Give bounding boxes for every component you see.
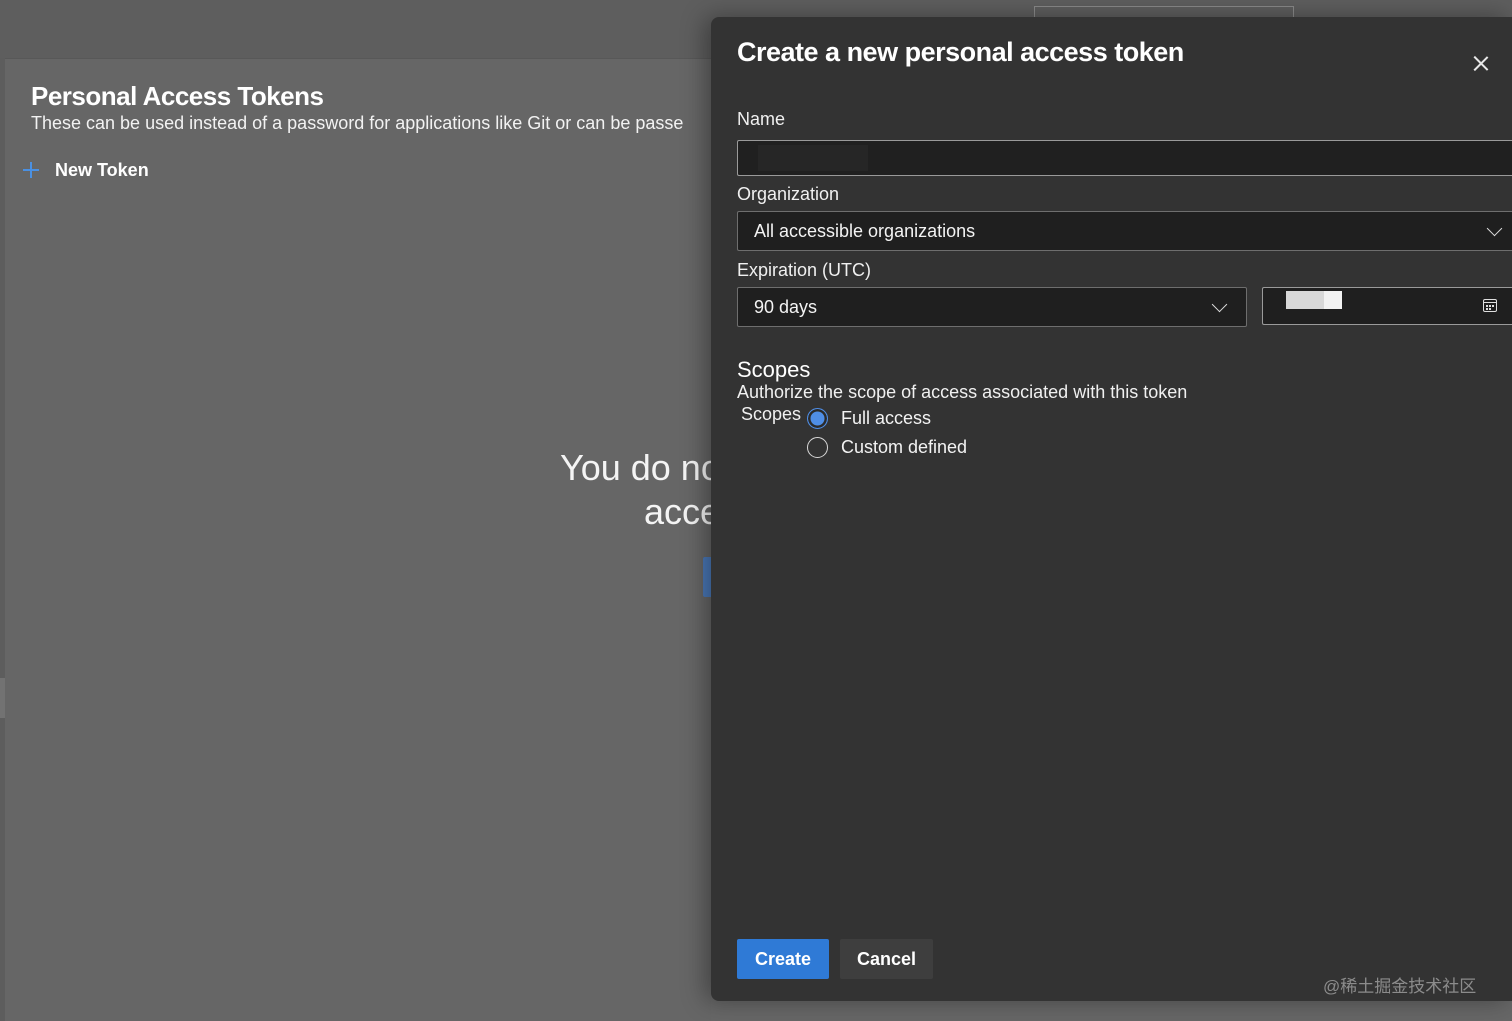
name-label: Name [737, 109, 786, 129]
expiration-date-input[interactable] [1262, 287, 1512, 325]
expiration-label: Expiration (UTC) [737, 260, 872, 280]
create-token-panel: Create a new personal access token Name … [711, 17, 1512, 1001]
scopes-heading: Scopes [737, 357, 811, 382]
expiration-selected-value: 90 days [754, 296, 818, 317]
scopes-description: Authorize the scope of access associated… [737, 382, 1188, 402]
new-token-button[interactable]: New Token [21, 157, 149, 183]
chevron-down-icon [1211, 296, 1228, 313]
name-input[interactable] [737, 140, 1512, 176]
empty-state-button[interactable] [703, 557, 711, 597]
radio-unchecked-icon[interactable] [807, 436, 828, 458]
calendar-icon[interactable] [1483, 299, 1497, 312]
plus-icon [21, 160, 41, 180]
scope-option-full-access[interactable]: Full access [807, 406, 931, 430]
date-value-redacted [1286, 291, 1342, 309]
name-input-value-redacted [758, 145, 868, 171]
page-subtitle: These can be used instead of a password … [31, 113, 684, 133]
organization-dropdown[interactable]: All accessible organizations [737, 211, 1512, 251]
radio-checked-icon[interactable] [807, 407, 828, 429]
background-page: Personal Access Tokens These can be used… [5, 59, 711, 1021]
create-button[interactable]: Create [737, 939, 829, 979]
scope-option-label: Full access [841, 407, 932, 428]
close-icon[interactable] [1467, 49, 1495, 77]
expiration-dropdown[interactable]: 90 days [737, 287, 1247, 327]
watermark-text: @稀土掘金技术社区 [1323, 977, 1477, 996]
chevron-down-icon [1486, 220, 1503, 237]
empty-state-text-line2: acce [644, 491, 711, 532]
new-token-label: New Token [55, 159, 149, 180]
empty-state-text-line1: You do no [560, 447, 711, 488]
scopes-radio-group-label: Scopes [741, 404, 802, 424]
scope-option-custom-defined[interactable]: Custom defined [807, 435, 967, 459]
panel-title: Create a new personal access token [737, 37, 1184, 67]
organization-selected-value: All accessible organizations [754, 220, 976, 241]
scope-option-label: Custom defined [841, 436, 968, 457]
organization-label: Organization [737, 184, 840, 204]
cancel-button[interactable]: Cancel [840, 939, 933, 979]
page-title: Personal Access Tokens [31, 81, 324, 111]
